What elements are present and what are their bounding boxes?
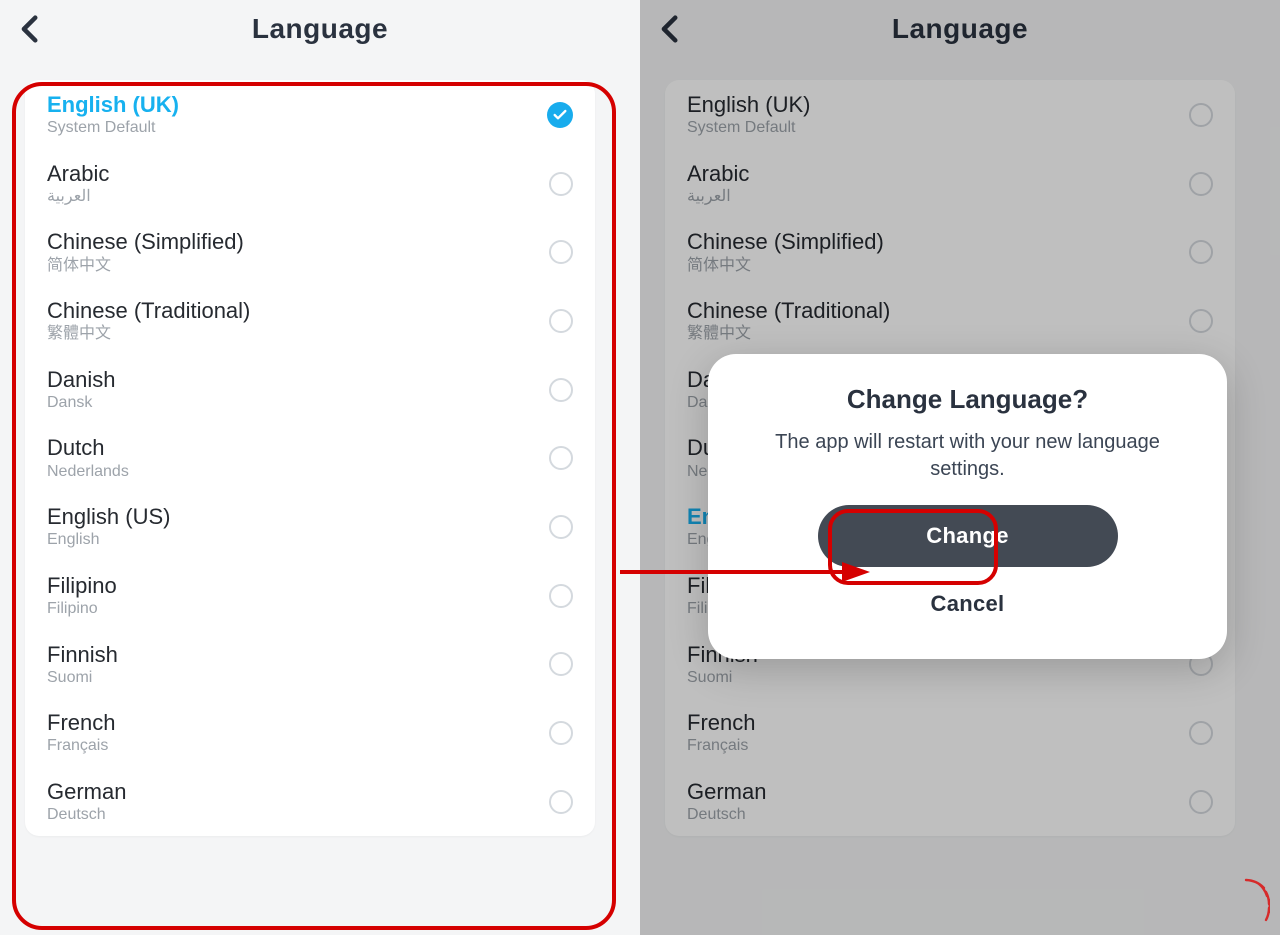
language-list: English (UK) System Default Arabic العربية C… [25, 80, 595, 836]
annotation-box-change [828, 509, 998, 585]
language-name: Finnish [47, 642, 118, 667]
radio-empty-icon [549, 652, 573, 676]
language-row[interactable]: Finnish Suomi [25, 630, 595, 699]
radio-empty-icon [549, 172, 573, 196]
language-name: Chinese (Simplified) [47, 229, 244, 254]
language-row[interactable]: Chinese (Simplified) 简体中文 [25, 217, 595, 286]
back-button[interactable] [14, 12, 48, 46]
language-native: Dansk [47, 394, 115, 412]
language-row[interactable]: Dutch Nederlands [25, 423, 595, 492]
language-name: Arabic [47, 161, 109, 186]
screen-language-confirm: Language English (UK)System DefaultArabi… [640, 0, 1280, 935]
watermark-icon [1218, 876, 1270, 928]
screen-language-list: Language English (UK) System Default Arabi… [0, 0, 640, 935]
language-row[interactable]: English (US) English [25, 492, 595, 561]
language-name: English (US) [47, 504, 170, 529]
language-native: Français [47, 737, 115, 755]
language-name: Danish [47, 367, 115, 392]
radio-empty-icon [549, 240, 573, 264]
language-native: Filipino [47, 600, 117, 618]
language-row[interactable]: English (UK) System Default [25, 80, 595, 149]
language-native: 简体中文 [47, 257, 244, 275]
radio-empty-icon [549, 584, 573, 608]
language-name: Dutch [47, 435, 129, 460]
page-title: Language [252, 13, 388, 45]
language-row[interactable]: Danish Dansk [25, 355, 595, 424]
language-native: العربية [47, 188, 109, 206]
dialog-title: Change Language? [738, 384, 1197, 415]
language-native: Suomi [47, 669, 118, 687]
language-row[interactable]: Arabic العربية [25, 149, 595, 218]
language-name: Filipino [47, 573, 117, 598]
language-native: System Default [47, 119, 179, 137]
check-icon [547, 102, 573, 128]
language-name: English (UK) [47, 92, 179, 117]
radio-empty-icon [549, 309, 573, 333]
language-native: Deutsch [47, 806, 126, 824]
language-row[interactable]: Chinese (Traditional) 繁體中文 [25, 286, 595, 355]
radio-empty-icon [549, 446, 573, 470]
language-native: Nederlands [47, 463, 129, 481]
radio-empty-icon [549, 515, 573, 539]
language-native: 繁體中文 [47, 325, 250, 343]
language-native: English [47, 531, 170, 549]
radio-empty-icon [549, 378, 573, 402]
language-row[interactable]: Filipino Filipino [25, 561, 595, 630]
chevron-left-icon [14, 12, 48, 46]
radio-empty-icon [549, 721, 573, 745]
language-row[interactable]: French Français [25, 698, 595, 767]
language-row[interactable]: German Deutsch [25, 767, 595, 836]
dialog-message: The app will restart with your new langu… [738, 429, 1197, 483]
language-name: French [47, 710, 115, 735]
language-name: German [47, 779, 126, 804]
radio-empty-icon [549, 790, 573, 814]
confirm-dialog: Change Language? The app will restart wi… [708, 354, 1227, 659]
header: Language [0, 0, 640, 58]
language-name: Chinese (Traditional) [47, 298, 250, 323]
